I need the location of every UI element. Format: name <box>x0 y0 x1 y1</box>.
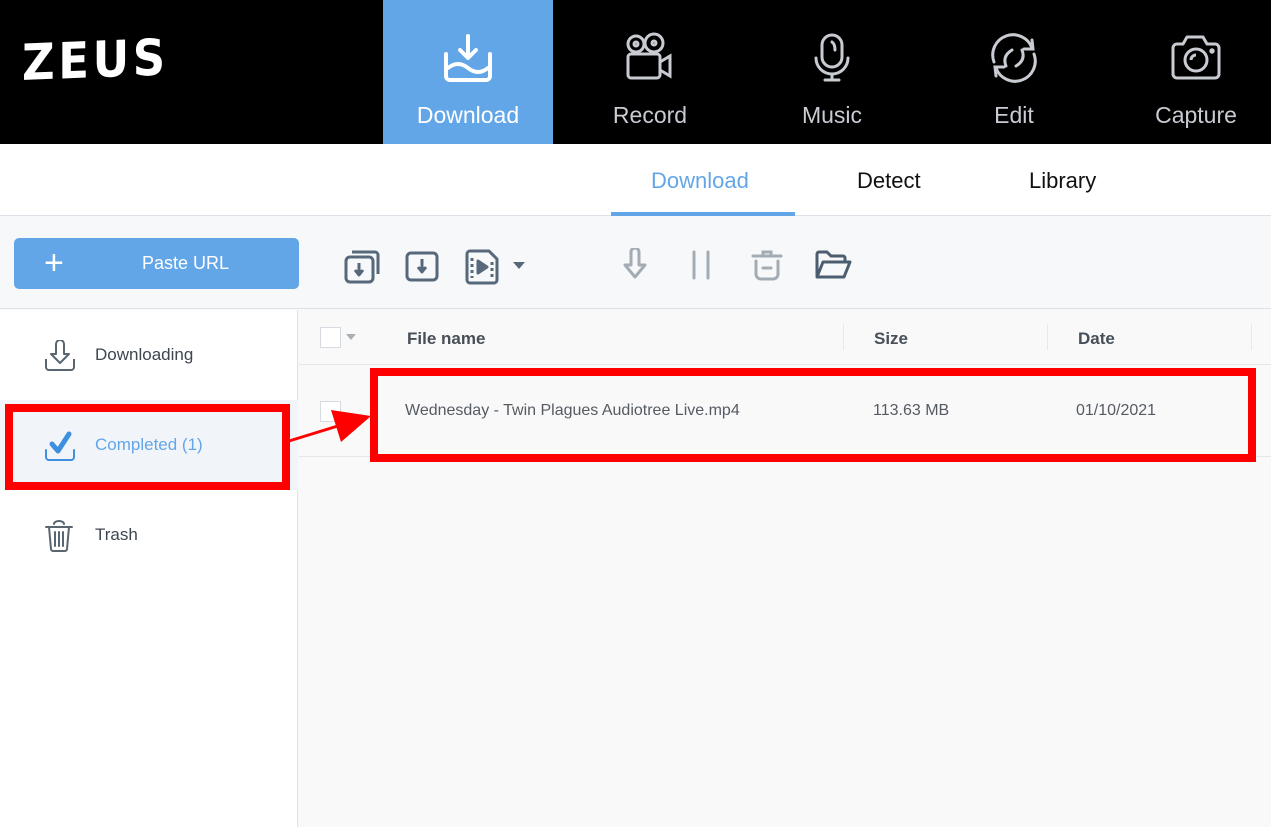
plus-icon: + <box>44 244 64 282</box>
toolbar: + Paste URL <box>0 217 1271 309</box>
column-header-date[interactable]: Date <box>1078 329 1115 349</box>
download-icon[interactable] <box>404 248 440 284</box>
annotation-arrow-icon <box>288 410 371 443</box>
convert-arrows-icon <box>991 33 1037 83</box>
nav-capture[interactable]: Capture <box>1111 0 1271 144</box>
downloading-icon <box>45 340 75 371</box>
pause-icon[interactable] <box>689 248 713 282</box>
sidebar: Downloading Completed (1) Trash <box>0 310 298 827</box>
nav-edit-label: Edit <box>994 102 1034 128</box>
tab-detect[interactable]: Detect <box>857 168 921 194</box>
column-header-size[interactable]: Size <box>874 329 908 349</box>
microphone-icon <box>814 33 850 82</box>
annotation-highlight-completed <box>5 404 290 490</box>
sidebar-item-trash[interactable]: Trash <box>0 490 298 580</box>
dropdown-arrow-icon[interactable] <box>512 261 526 270</box>
column-divider[interactable] <box>1047 324 1048 350</box>
nav-record[interactable]: Record <box>565 0 735 144</box>
column-divider[interactable] <box>843 324 844 350</box>
app-logo: ZEUS <box>22 28 169 92</box>
paste-url-button[interactable]: + Paste URL <box>14 238 299 289</box>
resume-download-icon[interactable] <box>622 248 648 282</box>
annotation-highlight-file-row <box>370 368 1256 462</box>
video-camera-icon <box>626 32 672 80</box>
paste-url-label: Paste URL <box>142 253 230 273</box>
sidebar-item-trash-label: Trash <box>95 525 138 544</box>
download-tray-icon <box>444 34 492 82</box>
sub-tab-bar: Download Detect Library <box>0 144 1271 216</box>
nav-download-label: Download <box>416 102 520 128</box>
nav-download[interactable]: Download <box>383 0 553 144</box>
nav-edit[interactable]: Edit <box>929 0 1099 144</box>
batch-download-icon[interactable] <box>343 248 381 284</box>
active-tab-indicator <box>611 212 795 216</box>
select-all-checkbox[interactable] <box>320 327 341 348</box>
table-header: File name Size Date <box>299 310 1271 365</box>
nav-capture-label: Capture <box>1155 102 1237 128</box>
sidebar-item-downloading-label: Downloading <box>95 345 194 364</box>
nav-record-label: Record <box>612 102 688 128</box>
select-dropdown-icon[interactable] <box>346 334 356 341</box>
column-header-file-name[interactable]: File name <box>407 329 485 349</box>
top-navigation-bar: ZEUS Download Record Music Edit Capture <box>0 0 1271 144</box>
video-file-icon[interactable] <box>464 248 500 286</box>
tab-download[interactable]: Download <box>651 168 749 194</box>
nav-music-label: Music <box>801 102 863 128</box>
camera-icon <box>1171 35 1221 80</box>
tab-library[interactable]: Library <box>1029 168 1096 194</box>
trash-icon <box>45 520 73 552</box>
open-folder-icon[interactable] <box>813 248 853 282</box>
delete-icon[interactable] <box>750 248 784 282</box>
nav-music[interactable]: Music <box>747 0 917 144</box>
sidebar-item-downloading[interactable]: Downloading <box>0 310 298 400</box>
column-divider[interactable] <box>1251 324 1252 350</box>
